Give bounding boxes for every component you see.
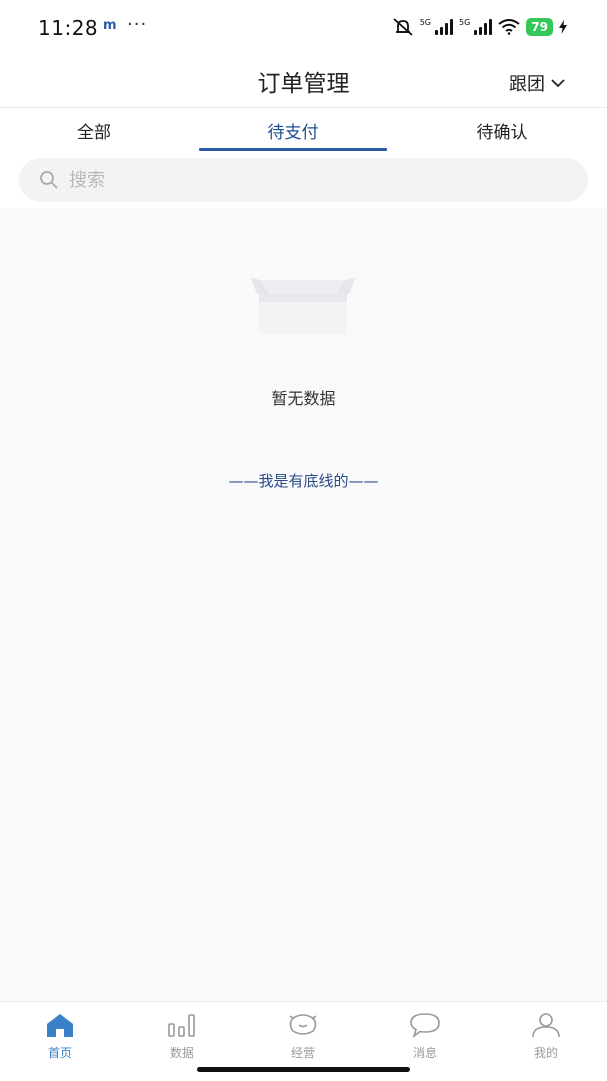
nav-home[interactable]: 首页	[20, 1012, 100, 1061]
nav-business[interactable]: 经营	[263, 1012, 343, 1061]
team-filter-label: 跟团	[509, 74, 545, 95]
end-of-list-text: ——我是有底线的——	[228, 472, 379, 490]
active-tab-indicator	[199, 148, 387, 151]
empty-state-message: 暂无数据	[271, 389, 336, 408]
app-notification-icon: m	[103, 18, 117, 33]
nav-profile[interactable]: 我的	[506, 1012, 586, 1061]
more-notifications-icon: ···	[127, 14, 148, 35]
nav-home-label: 首页	[47, 1046, 72, 1060]
tab-pending-payment[interactable]: 待支付	[243, 118, 343, 143]
tab-pending-confirmation[interactable]: 待确认	[452, 118, 552, 143]
piggy-bank-icon	[289, 1014, 317, 1035]
battery-icon: 79	[526, 18, 553, 36]
signal-icon	[435, 19, 453, 35]
nav-profile-label: 我的	[533, 1046, 558, 1060]
nav-messages[interactable]: 消息	[385, 1012, 465, 1061]
chat-bubble-icon	[410, 1013, 440, 1039]
search-bar[interactable]	[19, 158, 588, 202]
empty-box-icon	[247, 268, 359, 344]
search-input[interactable]	[67, 168, 551, 192]
network-type-label-2: 5G	[459, 18, 471, 27]
status-time: 11:28	[38, 16, 99, 40]
home-indicator	[197, 1067, 410, 1072]
status-icons: 5G 5G 79	[392, 18, 567, 36]
nav-data[interactable]: 数据	[142, 1012, 222, 1061]
nav-messages-label: 消息	[412, 1046, 437, 1060]
chevron-down-icon	[551, 79, 565, 88]
nav-data-label: 数据	[169, 1046, 194, 1060]
signal-icon-2	[474, 19, 493, 35]
search-icon	[40, 171, 58, 189]
nav-business-label: 经营	[290, 1046, 315, 1060]
tab-all[interactable]: 全部	[44, 118, 144, 143]
charging-icon	[559, 20, 567, 34]
home-icon	[47, 1014, 73, 1037]
user-icon	[532, 1013, 560, 1038]
team-filter-dropdown[interactable]: 跟团	[509, 70, 565, 96]
header-divider	[0, 107, 607, 108]
status-bar: 11:28 m ··· 5G 5G 79	[0, 0, 607, 56]
network-type-label: 5G	[419, 18, 431, 27]
bar-chart-icon	[168, 1014, 195, 1037]
mute-icon	[393, 18, 413, 36]
wifi-icon	[498, 19, 520, 35]
